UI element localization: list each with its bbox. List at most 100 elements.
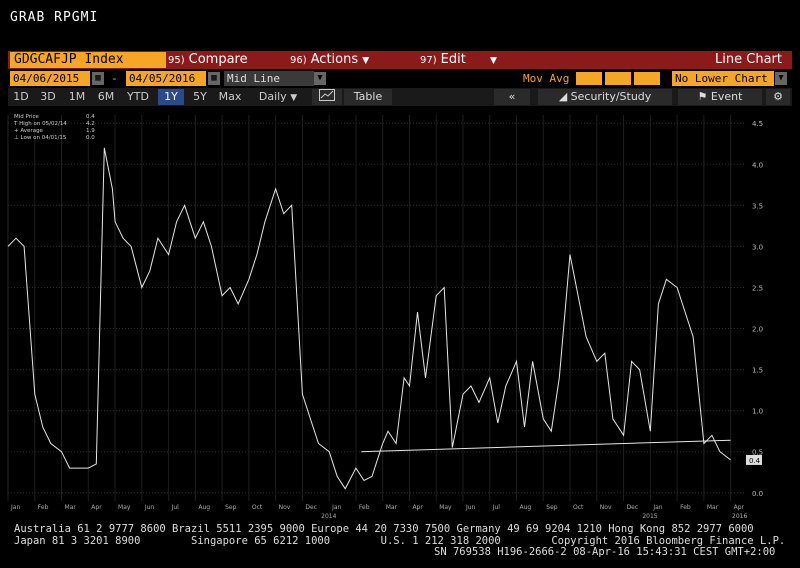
command-bar: GDGCAFJP Index 95) Compare 96) Actions ▼ 9… <box>8 51 792 69</box>
y-tick-label: 3.5 <box>752 202 763 210</box>
end-date-field[interactable]: 04/05/2016 <box>126 71 206 86</box>
x-tick-label: Apr <box>91 504 102 511</box>
x-tick-label: Feb <box>359 504 370 511</box>
mov-avg-input[interactable] <box>576 72 602 85</box>
calendar-icon[interactable]: ▦ <box>208 72 220 85</box>
mov-avg-label: Mov Avg <box>523 72 570 85</box>
y-tick-label: 3.0 <box>752 243 763 251</box>
x-tick-label: Nov <box>600 504 612 511</box>
event-button[interactable]: ⚑ Event <box>678 89 762 105</box>
range-ytd[interactable]: YTD <box>122 89 154 105</box>
edit-label: Edit <box>440 52 466 67</box>
y-tick-label: 1.5 <box>752 367 763 375</box>
line-chart-icon[interactable] <box>312 89 342 105</box>
x-tick-label: Nov <box>279 504 291 511</box>
legend-value: 1.9 <box>86 128 95 134</box>
table-button[interactable]: Table <box>344 89 392 105</box>
chart-add-icon: ◢ <box>558 90 568 103</box>
x-tick-label: Aug <box>520 504 532 511</box>
x-tick-label: Jul <box>492 504 501 511</box>
collapse-icon[interactable]: « <box>494 89 530 105</box>
x-tick-label: Dec <box>627 504 639 511</box>
mov-avg-input[interactable] <box>634 72 660 85</box>
range-3d[interactable]: 3D <box>36 89 60 105</box>
x-tick-label: Jun <box>144 504 155 511</box>
calendar-icon[interactable]: ▦ <box>92 72 104 85</box>
period-select[interactable]: Daily ▼ <box>250 89 306 105</box>
year-label: 2016 <box>732 513 747 520</box>
range-bar: 1D 3D 1M 6M YTD 1Y 5Y Max Daily ▼ Table … <box>8 88 792 106</box>
range-6m[interactable]: 6M <box>94 89 118 105</box>
x-tick-label: Sep <box>225 504 237 511</box>
edit-num: 97) <box>420 55 437 66</box>
range-1m[interactable]: 1M <box>64 89 90 105</box>
year-label: 2015 <box>642 513 657 520</box>
range-1y[interactable]: 1Y <box>158 89 184 105</box>
ticker-field[interactable]: GDGCAFJP Index <box>10 52 166 68</box>
security-study-label: Security/Study <box>570 90 652 103</box>
y-tick-label: 4.5 <box>752 120 763 128</box>
x-tick-label: Jul <box>171 504 180 511</box>
legend-label: Mid Price <box>14 114 40 120</box>
security-study-button[interactable]: ◢ Security/Study <box>538 89 672 105</box>
x-tick-label: Jan <box>10 504 20 511</box>
range-max[interactable]: Max <box>215 89 245 105</box>
legend-label: + Average <box>14 128 44 134</box>
x-tick-label: Jun <box>465 504 476 511</box>
range-1d[interactable]: 1D <box>10 89 32 105</box>
x-tick-label: Sep <box>546 504 558 511</box>
x-tick-label: Oct <box>252 504 263 511</box>
chevron-down-icon[interactable]: ▼ <box>314 72 326 85</box>
flag-icon: ⚑ <box>697 90 708 103</box>
chevron-down-icon: ▼ <box>489 56 497 66</box>
legend-label: T High on 05/02/14 <box>13 121 67 127</box>
actions-button[interactable]: 96) Actions ▼ <box>290 52 369 68</box>
legend-label: ⊥ Low on 04/01/15 <box>14 135 67 141</box>
x-tick-label: Feb <box>38 504 49 511</box>
x-tick-label: Aug <box>198 504 210 511</box>
compare-label: Compare <box>188 52 248 67</box>
x-tick-label: Mar <box>65 504 77 511</box>
gear-icon[interactable]: ⚙ <box>766 89 790 105</box>
event-label: Event <box>710 90 743 103</box>
mov-avg-input[interactable] <box>605 72 631 85</box>
footer-line-3: SN 769538 H196-2666-2 08-Apr-16 15:43:31… <box>434 546 776 558</box>
y-tick-label: 1.0 <box>752 408 763 416</box>
window-title: GRAB RPGMI <box>10 10 99 25</box>
legend-value: 4.2 <box>86 121 95 127</box>
edit-button[interactable]: 97) Edit ▼ <box>420 52 497 68</box>
lower-chart-select[interactable]: No Lower Chart <box>672 71 774 86</box>
range-5y[interactable]: 5Y <box>188 89 212 105</box>
y-axis: 0.00.51.01.52.02.53.03.54.04.5 <box>752 120 763 498</box>
x-tick-label: Mar <box>386 504 398 511</box>
x-tick-label: Apr <box>412 504 423 511</box>
x-tick-label: May <box>439 504 452 511</box>
y-tick-label: 4.0 <box>752 161 763 169</box>
start-date-field[interactable]: 04/06/2015 <box>10 71 90 86</box>
x-tick-label: Mar <box>707 504 719 511</box>
actions-num: 96) <box>290 55 307 66</box>
actions-label: Actions <box>310 52 359 67</box>
date-separator: - <box>111 72 118 85</box>
y-tick-label: 2.5 <box>752 284 763 292</box>
x-tick-label: May <box>118 504 131 511</box>
x-tick-label: Apr <box>734 504 745 511</box>
field-select[interactable]: Mid Line <box>224 71 314 86</box>
last-value-label: 0.4 <box>749 457 761 465</box>
footer: Australia 61 2 9777 8600 Brazil 5511 239… <box>14 523 785 559</box>
chevron-down-icon: ▼ <box>362 56 370 66</box>
footer-line-1: Australia 61 2 9777 8600 Brazil 5511 239… <box>14 523 754 535</box>
x-tick-label: Jan <box>652 504 662 511</box>
date-bar: 04/06/2015 ▦ - 04/05/2016 ▦ Mid Line ▼ M… <box>8 70 792 87</box>
compare-button[interactable]: 95) Compare <box>168 52 248 68</box>
x-tick-label: Feb <box>680 504 691 511</box>
legend-value: 0.0 <box>86 135 95 141</box>
plot-background <box>8 107 744 521</box>
y-tick-label: 0.0 <box>752 490 763 498</box>
chevron-down-icon[interactable]: ▼ <box>775 72 787 85</box>
chart-type-label[interactable]: Line Chart <box>715 52 782 68</box>
year-label: 2014 <box>321 513 336 520</box>
price-chart: 0.00.51.01.52.02.53.03.54.04.5 Jan Feb Mar… <box>7 107 763 521</box>
compare-num: 95) <box>168 55 185 66</box>
x-tick-label: Jan <box>331 504 341 511</box>
